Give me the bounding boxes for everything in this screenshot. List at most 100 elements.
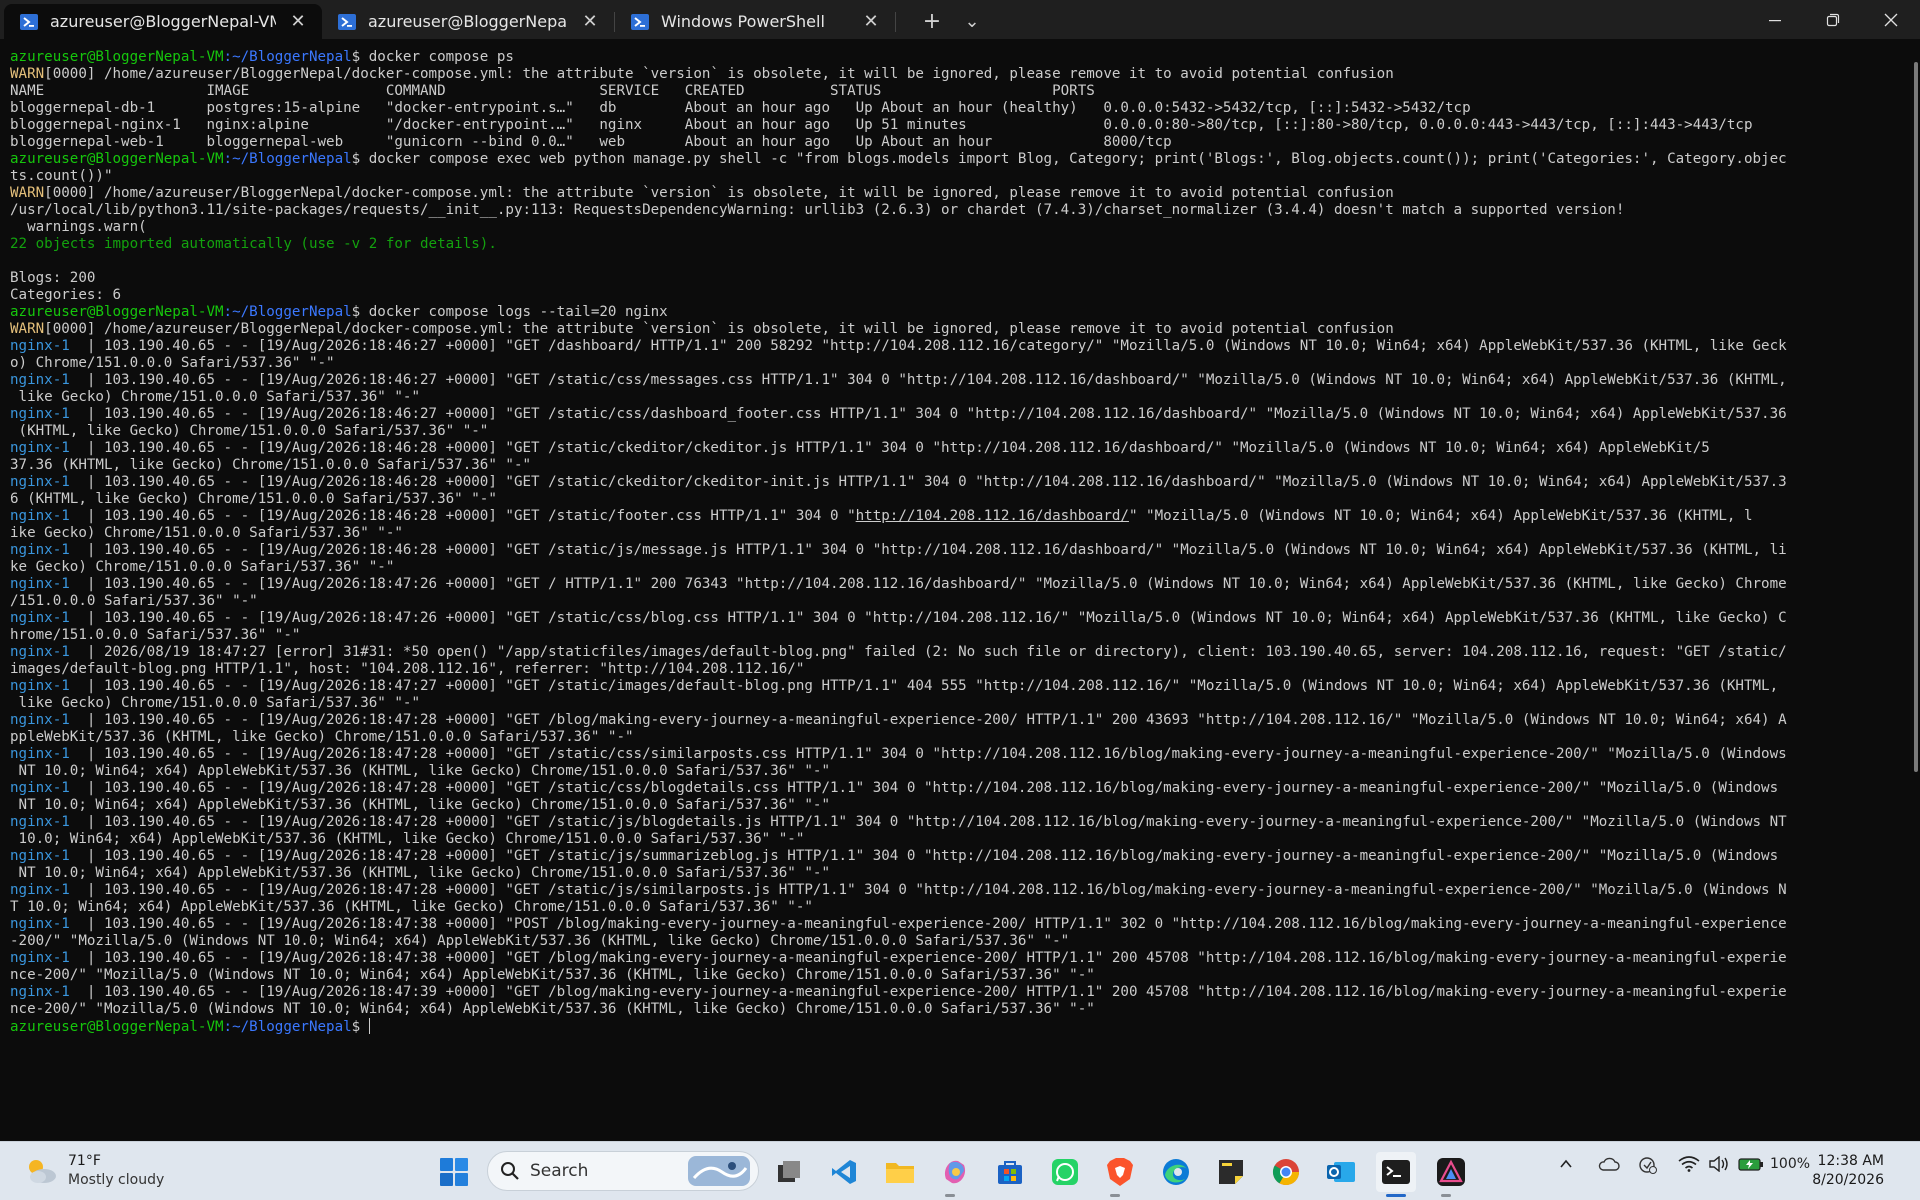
terminal-line: WARN[0000] /home/azureuser/BloggerNepal/… [10, 321, 1908, 338]
store-button[interactable] [990, 1152, 1030, 1192]
security-tray[interactable] [1638, 1156, 1658, 1178]
terminal-text: ppleWebKit/537.36 (KHTML, like Gecko) Ch… [10, 729, 634, 745]
terminal-line: azureuser@BloggerNepal-VM:~/BloggerNepal… [10, 1018, 1908, 1035]
chrome-button[interactable] [1266, 1152, 1306, 1192]
vscode-button[interactable] [824, 1152, 864, 1192]
outlook-icon [1327, 1162, 1355, 1182]
close-tab-icon[interactable]: ✕ [576, 8, 604, 36]
terminal-text: hrome/151.0.0.0 Safari/537.36" "-" [10, 627, 301, 643]
terminal-text: | 103.190.40.65 - - [19/Aug/2026:18:47:2… [69, 814, 1787, 830]
wifi-tray[interactable] [1678, 1156, 1700, 1176]
terminal-scrollbar[interactable] [1914, 62, 1918, 772]
terminal-line: azureuser@BloggerNepal-VM:~/BloggerNepal… [10, 304, 1908, 321]
terminal-output[interactable]: azureuser@BloggerNepal-VM:~/BloggerNepal… [0, 39, 1908, 1141]
terminal-line: hrome/151.0.0.0 Safari/537.36" "-" [10, 627, 1908, 644]
affinity-icon [1437, 1158, 1465, 1186]
close-window-button[interactable] [1862, 0, 1920, 39]
active-indicator [1386, 1194, 1406, 1197]
restore-button[interactable] [1804, 0, 1862, 39]
terminal-line: -200/" "Mozilla/5.0 (Windows NT 10.0; Wi… [10, 933, 1908, 950]
terminal-text: Blogs: 200 [10, 270, 96, 286]
terminal-text: /usr/local/lib/python3.11/site-packages/… [10, 202, 1625, 218]
terminal-line: azureuser@BloggerNepal-VM:~/BloggerNepal… [10, 151, 1908, 168]
terminal-text: [0000] /home/azureuser/BloggerNepal/dock… [44, 66, 1394, 82]
terminal-text: nginx-1 [10, 576, 70, 592]
terminal-text: WARN [10, 185, 45, 201]
taskbar-search[interactable]: Search [487, 1151, 759, 1191]
terminal-line: nce-200/" "Mozilla/5.0 (Windows NT 10.0;… [10, 967, 1908, 984]
chrome-icon [1272, 1159, 1300, 1186]
new-tab-button[interactable]: + [912, 4, 952, 39]
tab-dropdown-button[interactable]: ⌄ [952, 4, 992, 39]
terminal-text: 37.36 (KHTML, like Gecko) Chrome/151.0.0… [10, 457, 532, 473]
terminal-line: like Gecko) Chrome/151.0.0.0 Safari/537.… [10, 695, 1908, 712]
cloud-icon [1598, 1157, 1620, 1171]
terminal-line: nginx-1 | 103.190.40.65 - - [19/Aug/2026… [10, 440, 1908, 457]
terminal-text: nginx-1 [10, 440, 70, 456]
weather-widget[interactable]: 71°F Mostly cloudy [24, 1152, 164, 1190]
terminal-line: ppleWebKit/537.36 (KHTML, like Gecko) Ch… [10, 729, 1908, 746]
file-explorer-button[interactable] [880, 1152, 920, 1192]
terminal-text: nginx-1 [10, 950, 70, 966]
tab-azureuser-1[interactable]: azureuser@BloggerNepal-VM ✕ [4, 4, 322, 39]
brave-button[interactable] [1100, 1152, 1140, 1192]
tab-label: azureuser@BloggerNepal-VM [50, 12, 276, 31]
terminal-line: 10.0; Win64; x64) AppleWebKit/537.36 (KH… [10, 831, 1908, 848]
terminal-text: nginx-1 [10, 746, 70, 762]
terminal-text: $ [351, 1019, 369, 1035]
task-view-button[interactable] [769, 1152, 809, 1192]
affinity-button[interactable] [1431, 1152, 1471, 1192]
terminal-line: NAME IMAGE COMMAND SERVICE CREATED STATU… [10, 83, 1908, 100]
tab-windows-powershell[interactable]: Windows PowerShell ✕ [615, 4, 895, 39]
terminal-text: nginx-1 [10, 848, 70, 864]
terminal-line: ts.count())" [10, 168, 1908, 185]
partly-cloudy-icon [29, 1160, 56, 1183]
minimize-button[interactable] [1746, 0, 1804, 39]
start-button[interactable] [434, 1152, 474, 1192]
whatsapp-button[interactable] [1045, 1152, 1085, 1192]
terminal-text: | 103.190.40.65 - - [19/Aug/2026:18:47:2… [69, 610, 1787, 626]
terminal-text: NT 10.0; Win64; x64) AppleWebKit/537.36 … [10, 797, 830, 813]
powershell-icon [631, 13, 649, 31]
terminal-text: :~/BloggerNepal [223, 1019, 352, 1035]
terminal-line: NT 10.0; Win64; x64) AppleWebKit/537.36 … [10, 865, 1908, 882]
whatsapp-icon [1052, 1159, 1078, 1185]
file-explorer-icon [886, 1163, 914, 1183]
volume-tray[interactable] [1708, 1155, 1730, 1176]
terminal-text: | 103.190.40.65 - - [19/Aug/2026:18:46:2… [69, 372, 1787, 388]
terminal-text: | 103.190.40.65 - - [19/Aug/2026:18:47:2… [69, 780, 1779, 796]
powershell-icon [20, 13, 38, 31]
terminal-button[interactable] [1376, 1152, 1416, 1192]
outlook-button[interactable] [1321, 1152, 1361, 1192]
wifi-icon [1678, 1156, 1700, 1172]
edge-button[interactable] [1156, 1152, 1196, 1192]
running-indicator [1110, 1194, 1120, 1197]
copilot-button[interactable] [935, 1152, 975, 1192]
close-tab-icon[interactable]: ✕ [284, 8, 312, 36]
terminal-text: nginx-1 [10, 984, 70, 1000]
terminal-line: 37.36 (KHTML, like Gecko) Chrome/151.0.0… [10, 457, 1908, 474]
terminal-line: like Gecko) Chrome/151.0.0.0 Safari/537.… [10, 389, 1908, 406]
tab-azureuser-2[interactable]: azureuser@BloggerNepal-VM: ✕ [322, 4, 614, 39]
terminal-line: /usr/local/lib/python3.11/site-packages/… [10, 202, 1908, 219]
terminal-text[interactable]: http://104.208.112.16/dashboard/ [856, 508, 1129, 524]
weather-condition: Mostly cloudy [68, 1172, 165, 1188]
terminal-line: ke Gecko) Chrome/151.0.0.0 Safari/537.36… [10, 559, 1908, 576]
terminal-line: nce-200/" "Mozilla/5.0 (Windows NT 10.0;… [10, 1001, 1908, 1018]
close-tab-icon[interactable]: ✕ [857, 8, 885, 36]
terminal-line: bloggernepal-nginx-1 nginx:alpine "/dock… [10, 117, 1908, 134]
battery-tray[interactable]: 100% [1738, 1156, 1810, 1172]
terminal-text: nginx-1 [10, 338, 70, 354]
terminal-line: nginx-1 | 103.190.40.65 - - [19/Aug/2026… [10, 882, 1908, 899]
sticky-notes-button[interactable] [1211, 1152, 1251, 1192]
terminal-line: nginx-1 | 103.190.40.65 - - [19/Aug/2026… [10, 474, 1908, 491]
show-hidden-icons[interactable] [1558, 1156, 1574, 1176]
terminal-line: nginx-1 | 103.190.40.65 - - [19/Aug/2026… [10, 712, 1908, 729]
copilot-icon [944, 1160, 966, 1184]
tab-separator [895, 11, 896, 32]
onedrive-tray[interactable] [1598, 1156, 1620, 1176]
terminal-text: | 2026/08/19 18:47:27 [error] 31#31: *50… [69, 644, 1787, 660]
clock[interactable]: 12:38 AM 8/20/2026 [1812, 1152, 1884, 1190]
terminal-text: nginx-1 [10, 542, 70, 558]
terminal-text: | 103.190.40.65 - - [19/Aug/2026:18:47:2… [69, 712, 1787, 728]
